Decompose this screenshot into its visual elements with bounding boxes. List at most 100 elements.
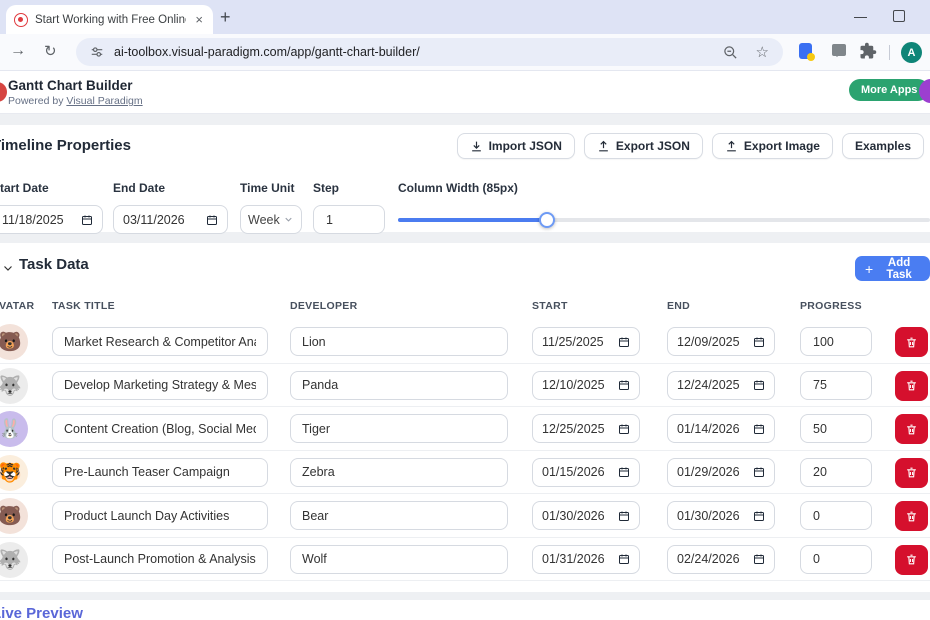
bookmark-star-icon[interactable]: ☆ (756, 43, 769, 61)
slider-thumb[interactable] (539, 212, 555, 228)
column-width-slider[interactable] (398, 218, 930, 222)
delete-task-button[interactable] (895, 327, 928, 357)
task-title-input[interactable] (52, 414, 268, 443)
url-text[interactable]: ai-toolbox.visual-paradigm.com/app/gantt… (114, 45, 420, 59)
timeline-start-date-input[interactable]: 11/18/2025 (0, 205, 103, 234)
animal-avatar-icon: 🐯 (0, 461, 22, 485)
calendar-icon (618, 336, 630, 348)
task-end-date-input[interactable]: 12/09/2025 (667, 327, 775, 356)
task-start-date-input[interactable]: 12/25/2025 (532, 414, 640, 443)
new-tab-button[interactable]: + (220, 7, 231, 27)
step-input[interactable] (313, 205, 385, 234)
tab-close-icon[interactable]: × (193, 12, 205, 27)
time-unit-select[interactable]: Week (240, 205, 302, 234)
export-image-button[interactable]: Export Image (712, 133, 833, 159)
step-label: Step (313, 181, 339, 195)
task-end-date-input[interactable]: 01/30/2026 (667, 501, 775, 530)
progress-input[interactable] (800, 371, 872, 400)
more-apps-button[interactable]: More Apps (849, 79, 929, 101)
avatar: 🐰 (0, 411, 28, 447)
extensions-puzzle-icon[interactable] (859, 42, 877, 60)
forward-icon[interactable]: → (10, 42, 26, 60)
task-end-date-input[interactable]: 01/14/2026 (667, 414, 775, 443)
task-end-date-input[interactable]: 01/29/2026 (667, 458, 775, 487)
delete-task-button[interactable] (895, 545, 928, 575)
table-header: AVATAR TASK TITLE DEVELOPER START END PR… (0, 300, 930, 320)
developer-input[interactable] (290, 458, 508, 487)
calendar-icon (618, 466, 630, 478)
progress-input[interactable] (800, 458, 872, 487)
column-header-progress: PROGRESS (800, 300, 862, 312)
visual-paradigm-favicon (14, 13, 28, 27)
zoom-out-icon[interactable] (723, 45, 738, 60)
calendar-icon (753, 423, 765, 435)
task-start-date-input[interactable]: 11/25/2025 (532, 327, 640, 356)
browser-profile-avatar[interactable]: A (901, 42, 922, 63)
tab-title: Start Working with Free Online (35, 14, 186, 26)
powered-by-text: Powered by (8, 95, 66, 107)
timeline-end-date-input[interactable]: 03/11/2026 (113, 205, 228, 234)
task-start-date-input[interactable]: 01/30/2026 (532, 501, 640, 530)
task-rows: 🐻 11/25/2025 12/09/2025 🐺 (0, 320, 930, 581)
developer-input[interactable] (290, 414, 508, 443)
task-start-date-input[interactable]: 01/15/2026 (532, 458, 640, 487)
task-start-date-input[interactable]: 01/31/2026 (532, 545, 640, 574)
calendar-icon (206, 214, 218, 226)
column-header-end: END (667, 300, 690, 312)
plus-icon: + (865, 262, 873, 276)
window-minimize-button[interactable] (854, 17, 867, 18)
task-title-input[interactable] (52, 458, 268, 487)
browser-toolbar: → ↻ ai-toolbox.visual-paradigm.com/app/g… (0, 34, 930, 71)
time-unit-label: Time Unit (240, 181, 294, 195)
examples-button[interactable]: Examples (842, 133, 924, 159)
delete-task-button[interactable] (895, 501, 928, 531)
address-bar[interactable]: ai-toolbox.visual-paradigm.com/app/gantt… (76, 38, 783, 66)
task-title-input[interactable] (52, 545, 268, 574)
delete-task-button[interactable] (895, 371, 928, 401)
avatar: 🐯 (0, 455, 28, 491)
export-json-button[interactable]: Export JSON (584, 133, 703, 159)
download-icon (470, 140, 483, 153)
calendar-icon (753, 379, 765, 391)
trash-icon (905, 510, 918, 523)
timeline-properties-panel: Timeline Properties Import JSON Export J… (0, 125, 930, 232)
chat-extension-icon[interactable] (832, 44, 846, 56)
task-end-date-input[interactable]: 12/24/2025 (667, 371, 775, 400)
collapse-chevron-icon[interactable] (2, 262, 14, 274)
progress-input[interactable] (800, 501, 872, 530)
browser-tab[interactable]: Start Working with Free Online × (6, 5, 213, 34)
calendar-icon (81, 214, 93, 226)
visual-paradigm-link[interactable]: Visual Paradigm (66, 95, 142, 107)
task-title-input[interactable] (52, 327, 268, 356)
delete-task-button[interactable] (895, 458, 928, 488)
developer-input[interactable] (290, 371, 508, 400)
trash-icon (905, 423, 918, 436)
progress-input[interactable] (800, 327, 872, 356)
calendar-icon (753, 336, 765, 348)
progress-input[interactable] (800, 414, 872, 443)
table-row: 🐰 12/25/2025 01/14/2026 (0, 407, 930, 451)
task-title-input[interactable] (52, 501, 268, 530)
reload-icon[interactable]: ↻ (44, 42, 57, 60)
progress-input[interactable] (800, 545, 872, 574)
window-maximize-button[interactable] (893, 10, 905, 22)
start-date-label: Start Date (0, 181, 49, 195)
developer-input[interactable] (290, 501, 508, 530)
avatar: 🐻 (0, 324, 28, 360)
browser-tab-strip: Start Working with Free Online × + (0, 0, 930, 34)
animal-avatar-icon: 🐻 (0, 504, 22, 528)
add-task-button[interactable]: + Add Task (855, 256, 930, 281)
task-data-panel: Task Data + Add Task AVATAR TASK TITLE D… (0, 243, 930, 592)
site-settings-icon[interactable] (90, 45, 104, 59)
developer-input[interactable] (290, 327, 508, 356)
chevron-down-icon (283, 214, 294, 225)
task-start-date-input[interactable]: 12/10/2025 (532, 371, 640, 400)
task-title-input[interactable] (52, 371, 268, 400)
end-date-label: End Date (113, 181, 165, 195)
import-json-button[interactable]: Import JSON (457, 133, 575, 159)
extension-icon[interactable] (799, 43, 812, 59)
developer-input[interactable] (290, 545, 508, 574)
avatar: 🐻 (0, 498, 28, 534)
delete-task-button[interactable] (895, 414, 928, 444)
task-end-date-input[interactable]: 02/24/2026 (667, 545, 775, 574)
